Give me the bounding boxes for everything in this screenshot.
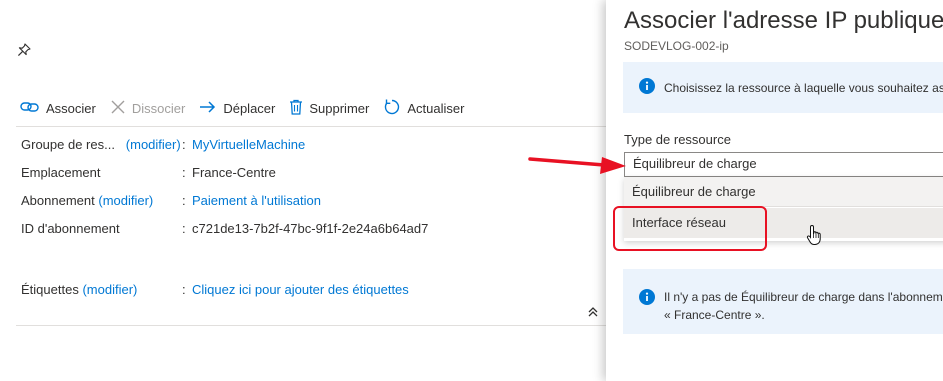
resource-group-link[interactable]: MyVirtuelleMachine (192, 137, 305, 152)
link-icon (20, 100, 46, 117)
property-tags: Étiquettes (modifier) : Cliquez ici pour… (21, 280, 409, 298)
subscription-link[interactable]: Paiement à l'utilisation (192, 193, 321, 208)
associate-label: Associer (46, 100, 96, 116)
chevron-up-double-icon[interactable] (586, 305, 600, 319)
property-location: Emplacement : France-Centre (21, 163, 276, 181)
info-icon (639, 78, 664, 97)
property-key: Groupe de res... (modifier) (21, 136, 181, 152)
info-bottom-text: Il n'y a pas de Équilibreur de charge da… (664, 288, 943, 334)
panel-title: Associer l'adresse IP publique (624, 7, 943, 34)
modify-subscription-link[interactable]: (modifier) (98, 193, 153, 208)
dissociate-label: Dissocier (131, 100, 186, 116)
property-key: Emplacement (21, 164, 101, 180)
refresh-icon (383, 98, 407, 119)
info-top-text: Choisissez la ressource à laquelle vous … (664, 80, 943, 95)
move-label: Déplacer (223, 100, 276, 116)
resource-type-label: Type de ressource (624, 132, 731, 147)
colon: : (182, 136, 186, 152)
resource-type-dropdown[interactable]: Équilibreur de charge (624, 152, 943, 177)
property-key: Abonnement (modifier) (21, 192, 154, 208)
associate-ip-panel: Associer l'adresse IP publique SODEVLOG-… (606, 0, 943, 381)
info-icon (639, 288, 664, 334)
dissociate-button[interactable]: Dissocier (110, 99, 185, 118)
modify-resource-group-link[interactable]: (modifier) (126, 137, 181, 152)
resource-blade: Associer Dissocier Déplacer Supprimer Ac… (0, 0, 606, 381)
trash-icon (289, 99, 309, 118)
delete-button[interactable]: Supprimer (289, 99, 369, 118)
info-banner-bottom: Il n'y a pas de Équilibreur de charge da… (623, 269, 943, 334)
annotation-highlight-box (613, 206, 767, 251)
essentials-divider (16, 325, 606, 326)
command-bar: Associer Dissocier Déplacer Supprimer Ac… (20, 96, 478, 120)
add-tags-link[interactable]: Cliquez ici pour ajouter des étiquettes (192, 282, 409, 297)
move-button[interactable]: Déplacer (199, 100, 275, 117)
property-subscription: Abonnement (modifier) : Paiement à l'uti… (21, 191, 321, 209)
property-resource-group: Groupe de res... (modifier) : MyVirtuell… (21, 135, 305, 153)
hand-cursor-icon (806, 224, 824, 249)
info-bottom-line-2: « France-Centre ». (664, 308, 765, 322)
refresh-label: Actualiser (407, 100, 465, 116)
pin-icon[interactable] (16, 42, 32, 58)
colon: : (182, 281, 186, 297)
refresh-button[interactable]: Actualiser (383, 98, 464, 119)
close-icon (110, 99, 132, 118)
property-subscription-id: ID d'abonnement : c721de13-7b2f-47bc-9f1… (21, 219, 428, 237)
info-banner-top: Choisissez la ressource à laquelle vous … (623, 62, 943, 113)
option-load-balancer[interactable]: Équilibreur de charge (624, 177, 943, 207)
colon: : (182, 220, 186, 236)
property-key: ID d'abonnement (21, 220, 120, 236)
property-key: Étiquettes (modifier) (21, 281, 138, 297)
delete-label: Supprimer (309, 100, 370, 116)
panel-subtitle: SODEVLOG-002-ip (624, 39, 729, 53)
info-bottom-line-1: Il n'y a pas de Équilibreur de charge da… (664, 290, 943, 304)
toolbar-divider (16, 126, 606, 127)
colon: : (182, 192, 186, 208)
arrow-right-icon (199, 100, 223, 117)
location-value: France-Centre (192, 164, 276, 180)
associate-button[interactable]: Associer (20, 100, 96, 117)
subscription-id-value: c721de13-7b2f-47bc-9f1f-2e24a6b64ad7 (192, 220, 429, 236)
colon: : (182, 164, 186, 180)
modify-tags-link[interactable]: (modifier) (82, 282, 137, 297)
